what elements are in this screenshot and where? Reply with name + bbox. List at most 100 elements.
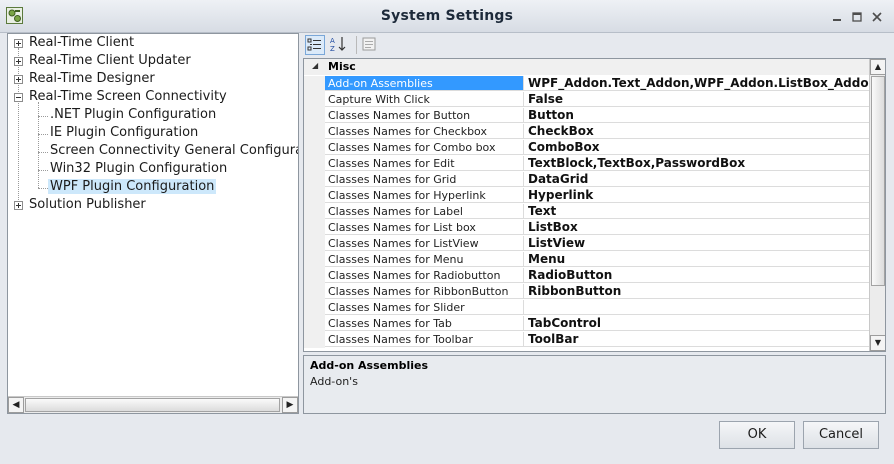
property-value[interactable]: Menu bbox=[524, 252, 869, 267]
scrollbar-thumb[interactable] bbox=[871, 76, 885, 286]
row-gutter bbox=[304, 108, 325, 124]
row-gutter bbox=[304, 284, 325, 300]
tree-node-net-plugin-configuration[interactable]: .NET Plugin Configuration bbox=[48, 106, 218, 124]
property-value[interactable]: RibbonButton bbox=[524, 284, 869, 299]
settings-tree[interactable]: Real-Time Client Real-Time Client Update… bbox=[7, 33, 299, 414]
system-settings-window: System Settings Real-Time Client Real-Ti… bbox=[0, 0, 894, 464]
tree-node-screen-connectivity-general-configuration[interactable]: Screen Connectivity General Configurat bbox=[48, 142, 298, 160]
property-name[interactable]: Classes Names for Grid bbox=[325, 172, 524, 187]
property-row[interactable]: Classes Names for Label Text bbox=[304, 204, 869, 220]
property-row[interactable]: Classes Names for Tab TabControl bbox=[304, 316, 869, 332]
title-bar[interactable]: System Settings bbox=[0, 0, 894, 33]
expand-icon[interactable] bbox=[14, 39, 23, 48]
tree-node-real-time-designer[interactable]: Real-Time Designer bbox=[14, 70, 157, 88]
property-name[interactable]: Classes Names for RibbonButton bbox=[325, 284, 524, 299]
property-grid[interactable]: ◢ Misc Add-on Assemblies WPF_Addon.Text_A… bbox=[303, 58, 886, 352]
property-row[interactable]: Classes Names for Radiobutton RadioButton bbox=[304, 268, 869, 284]
tree-node-real-time-screen-connectivity[interactable]: Real-Time Screen Connectivity bbox=[14, 88, 229, 106]
tree-guide-line bbox=[38, 170, 48, 171]
ok-button[interactable]: OK bbox=[719, 421, 795, 449]
expand-icon[interactable] bbox=[14, 75, 23, 84]
category-row-misc[interactable]: ◢ Misc bbox=[304, 59, 869, 75]
tree-guide-line bbox=[38, 152, 48, 153]
property-row[interactable]: Classes Names for Checkbox CheckBox bbox=[304, 124, 869, 140]
row-gutter bbox=[304, 252, 325, 268]
scrollbar-thumb[interactable] bbox=[25, 398, 280, 412]
tree-node-win32-plugin-configuration[interactable]: Win32 Plugin Configuration bbox=[48, 160, 229, 178]
property-row[interactable]: Classes Names for Slider bbox=[304, 300, 869, 316]
scroll-right-icon[interactable]: ▶ bbox=[282, 397, 298, 413]
property-name[interactable]: Classes Names for Edit bbox=[325, 156, 524, 171]
property-value[interactable] bbox=[524, 300, 869, 315]
alphabetical-view-button[interactable]: A Z bbox=[329, 35, 349, 55]
tree-node-real-time-client-updater[interactable]: Real-Time Client Updater bbox=[14, 52, 193, 70]
property-name[interactable]: Classes Names for Button bbox=[325, 108, 524, 123]
cancel-button[interactable]: Cancel bbox=[803, 421, 879, 449]
property-row[interactable]: Classes Names for ListView ListView bbox=[304, 236, 869, 252]
tree-node-real-time-client[interactable]: Real-Time Client bbox=[14, 34, 136, 52]
expand-icon[interactable] bbox=[14, 57, 23, 66]
tree-content: Real-Time Client Real-Time Client Update… bbox=[8, 34, 298, 396]
scroll-up-icon[interactable]: ▲ bbox=[870, 59, 885, 75]
property-value[interactable]: Hyperlink bbox=[524, 188, 869, 203]
expand-icon[interactable] bbox=[14, 201, 23, 210]
property-name[interactable]: Classes Names for Hyperlink bbox=[325, 188, 524, 203]
tree-horizontal-scrollbar[interactable]: ◀ ▶ bbox=[8, 396, 298, 413]
property-pages-button[interactable] bbox=[360, 35, 380, 55]
sort-az-icon: A Z bbox=[330, 37, 346, 53]
property-name[interactable]: Classes Names for Toolbar bbox=[325, 332, 524, 347]
toolbar-separator bbox=[356, 36, 357, 54]
property-vertical-scrollbar[interactable]: ▲ ▼ bbox=[869, 59, 885, 351]
collapse-category-icon[interactable]: ◢ bbox=[312, 61, 318, 70]
property-name[interactable]: Classes Names for Tab bbox=[325, 316, 524, 331]
close-icon[interactable] bbox=[870, 10, 884, 24]
property-name[interactable]: Classes Names for Radiobutton bbox=[325, 268, 524, 283]
property-row[interactable]: Classes Names for Button Button bbox=[304, 108, 869, 124]
property-row[interactable]: Classes Names for RibbonButton RibbonButt… bbox=[304, 284, 869, 300]
tree-node-wpf-plugin-configuration[interactable]: WPF Plugin Configuration bbox=[48, 178, 217, 196]
property-name[interactable]: Classes Names for Slider bbox=[325, 300, 524, 315]
property-row[interactable]: Classes Names for Toolbar ToolBar bbox=[304, 332, 869, 348]
row-gutter bbox=[304, 92, 325, 108]
property-name[interactable]: Classes Names for Checkbox bbox=[325, 124, 524, 139]
property-value[interactable]: DataGrid bbox=[524, 172, 869, 187]
scroll-left-icon[interactable]: ◀ bbox=[8, 397, 24, 413]
property-name[interactable]: Add-on Assemblies bbox=[325, 76, 524, 91]
property-row[interactable]: Capture With Click False bbox=[304, 92, 869, 108]
property-value[interactable]: WPF_Addon.Text_Addon,WPF_Addon.ListBox_A… bbox=[524, 76, 869, 91]
property-value[interactable]: Text bbox=[524, 204, 869, 219]
property-grid-toolbar: A Z bbox=[303, 33, 886, 57]
property-row[interactable]: Classes Names for Hyperlink Hyperlink bbox=[304, 188, 869, 204]
property-name[interactable]: Classes Names for Combo box bbox=[325, 140, 524, 155]
row-gutter bbox=[304, 76, 325, 92]
property-name[interactable]: Classes Names for Label bbox=[325, 204, 524, 219]
property-name[interactable]: Classes Names for Menu bbox=[325, 252, 524, 267]
collapse-icon[interactable] bbox=[14, 93, 23, 102]
property-row[interactable]: Add-on Assemblies WPF_Addon.Text_Addon,WP… bbox=[304, 76, 869, 92]
property-row[interactable]: Classes Names for List box ListBox bbox=[304, 220, 869, 236]
property-value[interactable]: Button bbox=[524, 108, 869, 123]
scroll-down-icon[interactable]: ▼ bbox=[870, 335, 885, 351]
property-row[interactable]: Classes Names for Menu Menu bbox=[304, 252, 869, 268]
maximize-icon[interactable] bbox=[850, 10, 864, 24]
property-value[interactable]: ToolBar bbox=[524, 332, 869, 347]
property-name[interactable]: Capture With Click bbox=[325, 92, 524, 107]
property-value[interactable]: TabControl bbox=[524, 316, 869, 331]
tree-node-ie-plugin-configuration[interactable]: IE Plugin Configuration bbox=[48, 124, 200, 142]
property-name[interactable]: Classes Names for ListView bbox=[325, 236, 524, 251]
property-value[interactable]: ComboBox bbox=[524, 140, 869, 155]
tree-node-solution-publisher[interactable]: Solution Publisher bbox=[14, 196, 148, 214]
property-value[interactable]: CheckBox bbox=[524, 124, 869, 139]
property-value[interactable]: ListView bbox=[524, 236, 869, 251]
property-value[interactable]: False bbox=[524, 92, 869, 107]
property-row[interactable]: Classes Names for Combo box ComboBox bbox=[304, 140, 869, 156]
minimize-icon[interactable] bbox=[830, 10, 844, 24]
row-gutter bbox=[304, 140, 325, 156]
categorized-view-button[interactable] bbox=[305, 35, 325, 55]
property-value[interactable]: TextBlock,TextBox,PasswordBox bbox=[524, 156, 869, 171]
property-value[interactable]: ListBox bbox=[524, 220, 869, 235]
property-name[interactable]: Classes Names for List box bbox=[325, 220, 524, 235]
property-row[interactable]: Classes Names for Grid DataGrid bbox=[304, 172, 869, 188]
property-row[interactable]: Classes Names for Edit TextBlock,TextBox,… bbox=[304, 156, 869, 172]
property-value[interactable]: RadioButton bbox=[524, 268, 869, 283]
